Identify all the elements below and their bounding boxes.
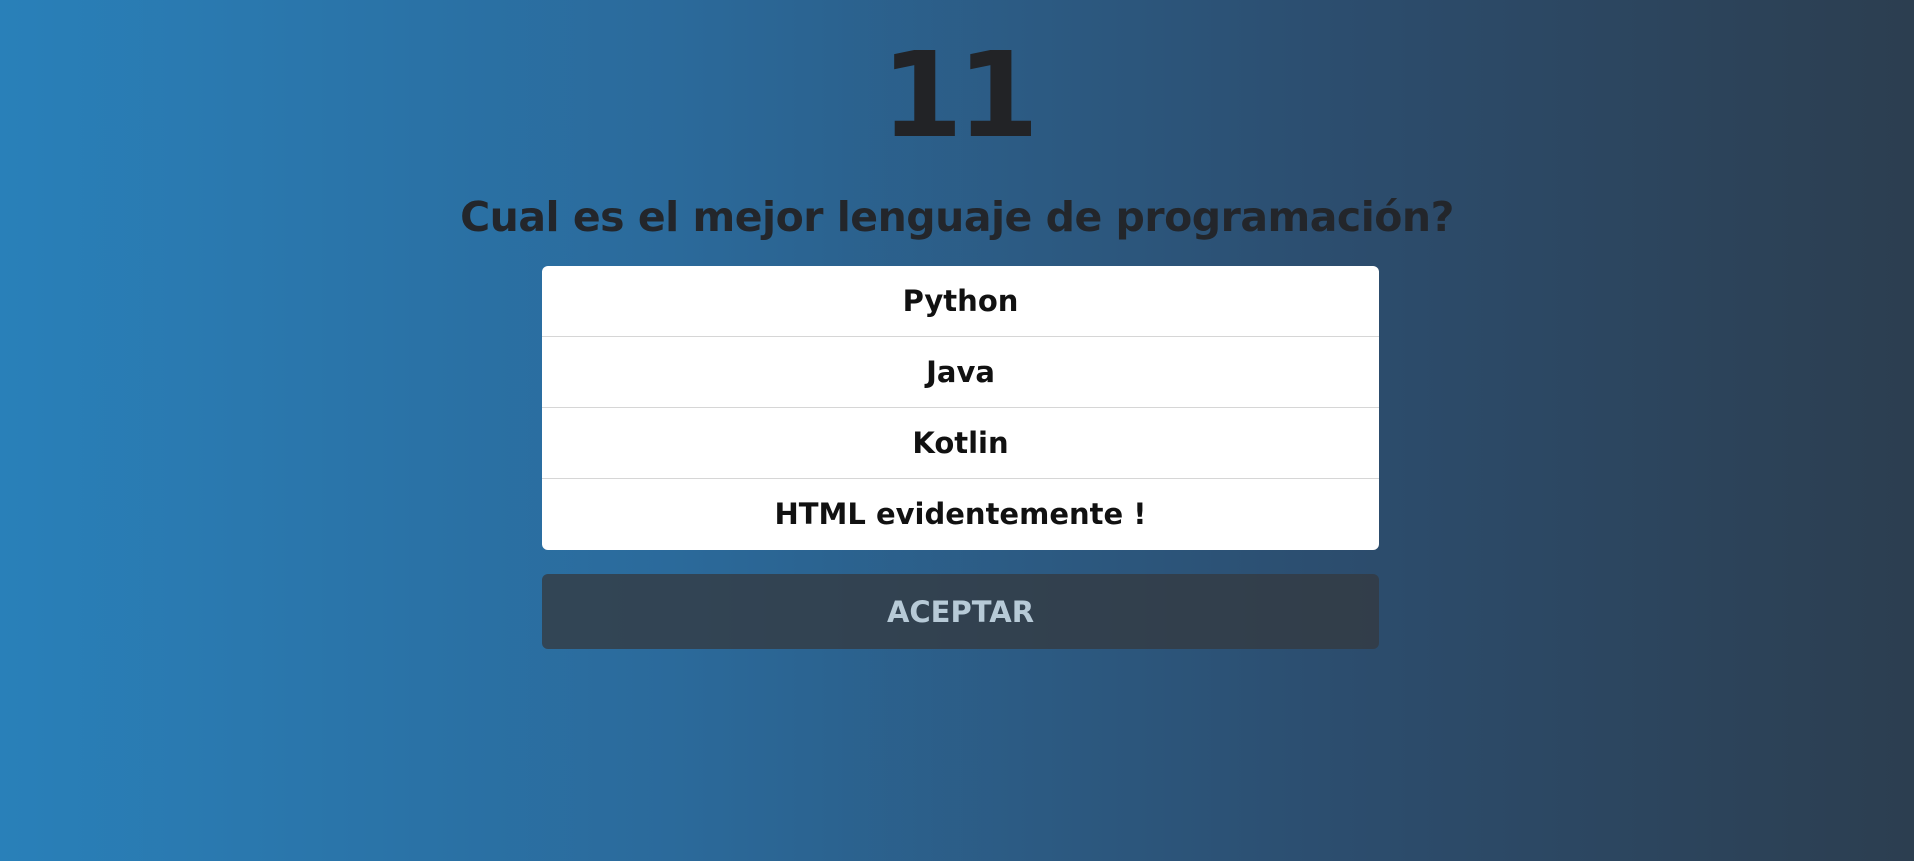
answer-option-python[interactable]: Python — [542, 266, 1379, 337]
answer-option-java[interactable]: Java — [542, 337, 1379, 408]
answer-option-kotlin[interactable]: Kotlin — [542, 408, 1379, 479]
answer-option-html[interactable]: HTML evidentemente ! — [542, 479, 1379, 550]
question-counter: 11 — [880, 26, 1039, 164]
question-text: Cual es el mejor lenguaje de programació… — [460, 193, 1454, 241]
accept-button[interactable]: ACEPTAR — [542, 574, 1379, 649]
answer-options-list: Python Java Kotlin HTML evidentemente ! — [542, 266, 1379, 550]
